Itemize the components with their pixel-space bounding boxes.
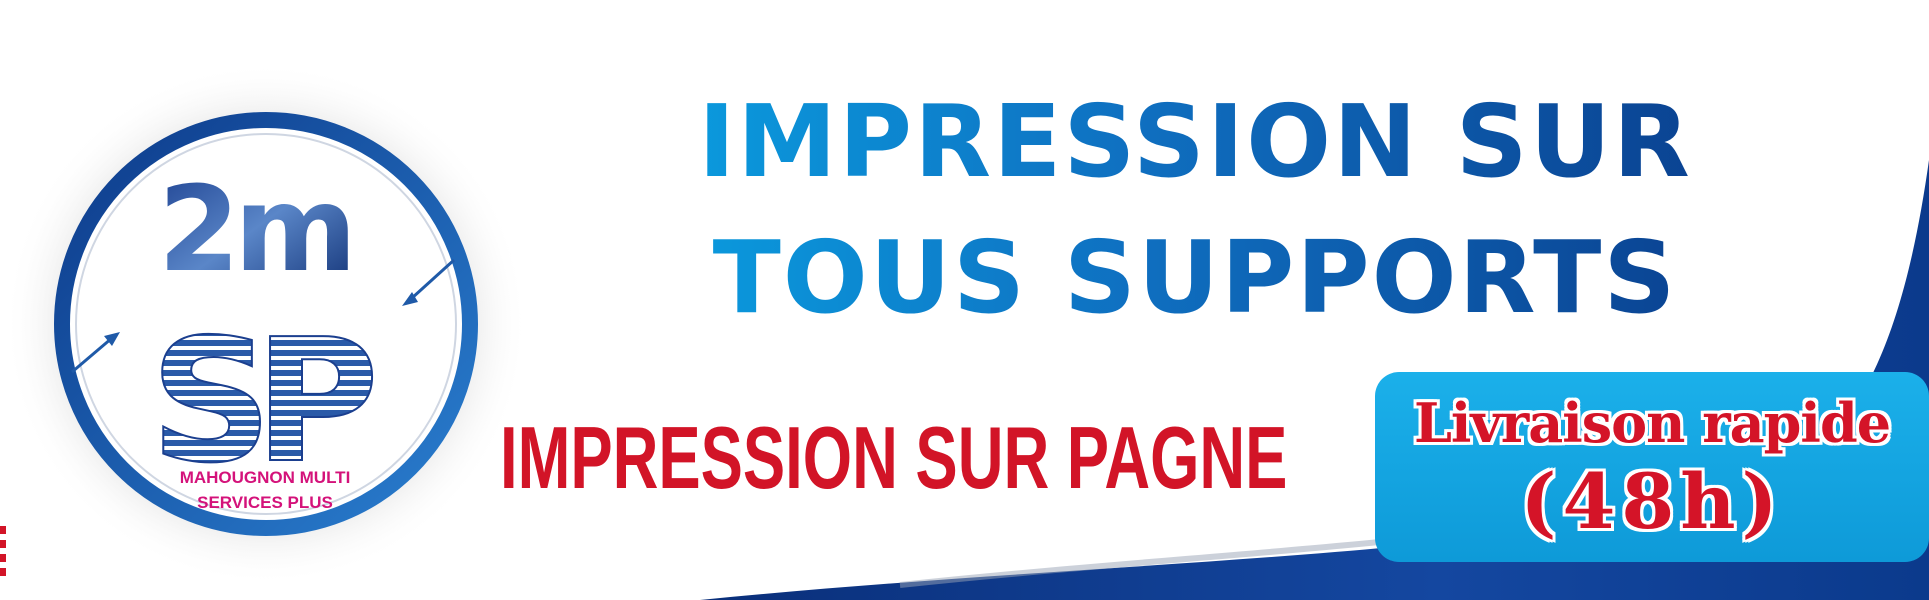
badge-line1: Livraison rapide [1413,391,1891,455]
headline-line1: IMPRESSION SUR [640,92,1750,192]
logo-company-line1: MAHOUGNON MULTI [179,468,351,487]
edge-decoration [0,526,6,576]
badge-line2: (48h) [1520,457,1784,546]
delivery-badge: Livraison rapide (48h) [1375,372,1929,562]
headline-line2: TOUS SUPPORTS [640,228,1750,328]
subheadline: IMPRESSION SUR PAGNE [500,408,1288,507]
logo-monogram-top: 2m [158,160,351,298]
logo-company-line2: SERVICES PLUS [197,493,333,512]
